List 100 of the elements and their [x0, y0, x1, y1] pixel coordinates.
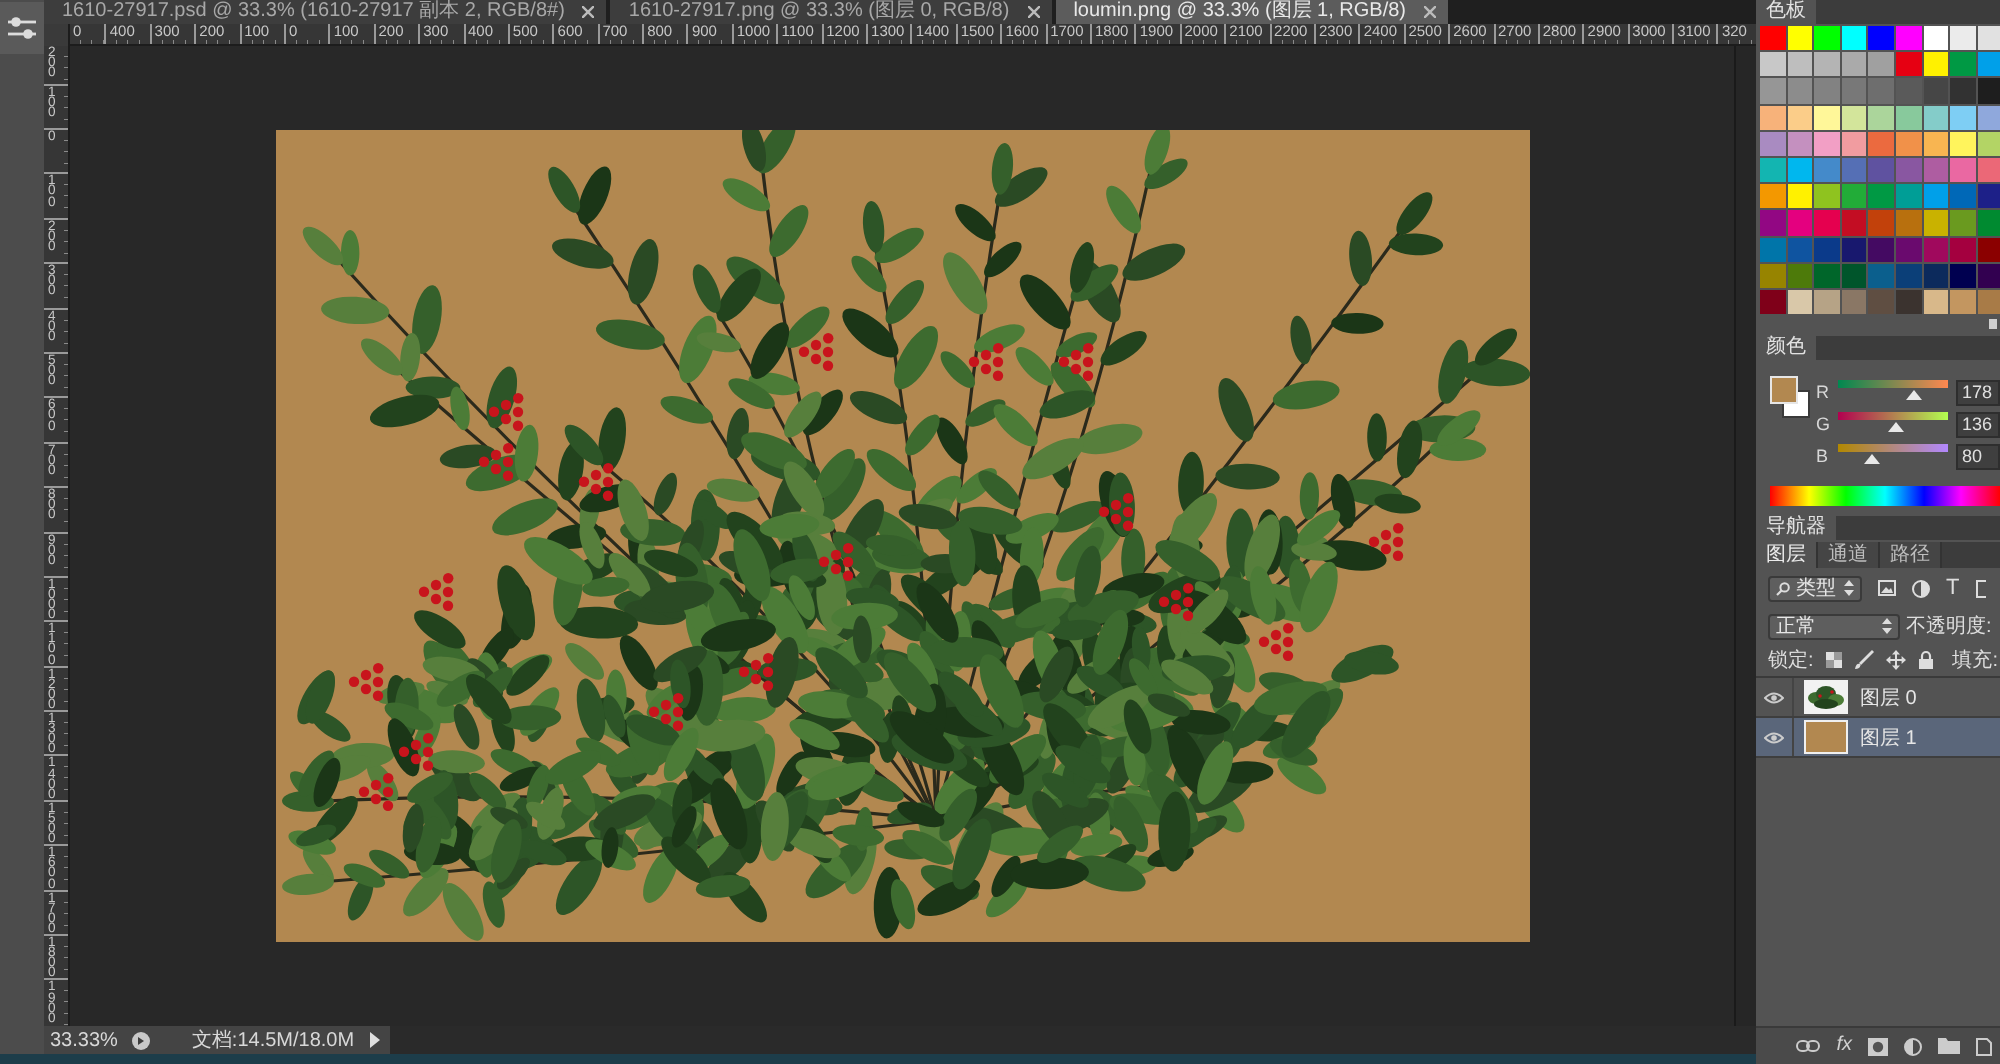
swatch-icon[interactable]: [1787, 237, 1813, 262]
swatch-icon[interactable]: [1895, 52, 1922, 77]
new-page-icon[interactable]: [1976, 1037, 1992, 1055]
swatch-icon[interactable]: [1950, 289, 1976, 315]
layer-name[interactable]: 图层 0: [1860, 683, 1917, 712]
swatch-icon[interactable]: [1895, 210, 1922, 235]
document-tab[interactable]: 1610-27917.psd @ 33.3% (1610-27917 副本 2, RGB/8#): [44, 0, 607, 24]
swatch-icon[interactable]: [1977, 157, 2000, 183]
checker-icon[interactable]: [1825, 651, 1842, 668]
swatch-icon[interactable]: [1923, 157, 1949, 183]
swatch-icon[interactable]: [1841, 237, 1867, 262]
brush-icon[interactable]: [1853, 649, 1874, 670]
swatch-icon[interactable]: [1868, 237, 1894, 262]
swatch-icon[interactable]: [1895, 184, 1922, 209]
channel-value-field[interactable]: 136: [1956, 411, 2000, 438]
swatch-icon[interactable]: [1868, 210, 1894, 235]
channel-value-field[interactable]: 178: [1956, 379, 2000, 406]
swatch-icon[interactable]: [1787, 78, 1813, 104]
swatch-icon[interactable]: [1923, 263, 1949, 288]
swatch-icon[interactable]: [1841, 26, 1867, 51]
swatch-icon[interactable]: [1841, 78, 1867, 104]
swatch-icon[interactable]: [1814, 184, 1840, 209]
blend-mode-dropdown[interactable]: 正常: [1768, 613, 1900, 640]
swatch-icon[interactable]: [1760, 78, 1786, 104]
swatch-icon[interactable]: [1950, 157, 1976, 183]
slider-thumb[interactable]: [1888, 422, 1905, 433]
swatch-icon[interactable]: [1814, 131, 1840, 156]
swatch-icon[interactable]: [1977, 105, 2000, 130]
swatch-icon[interactable]: [1760, 157, 1786, 183]
color-swatches-icon[interactable]: [1770, 376, 1810, 419]
play-circle-icon[interactable]: [131, 1031, 150, 1049]
slider-thumb[interactable]: [1906, 390, 1923, 401]
swatch-icon[interactable]: [1868, 263, 1894, 288]
swatch-icon[interactable]: [1895, 78, 1922, 104]
right-triangle-icon[interactable]: [370, 1032, 380, 1048]
swatch-icon[interactable]: [1760, 184, 1786, 209]
swatch-icon[interactable]: [1841, 210, 1867, 235]
swatch-icon[interactable]: [1977, 26, 2000, 51]
panel-tab[interactable]: 图层: [1756, 542, 1818, 569]
swatch-icon[interactable]: [1841, 184, 1867, 209]
swatch-icon[interactable]: [1841, 289, 1867, 315]
swatch-icon[interactable]: [1950, 78, 1976, 104]
half-circle-icon[interactable]: [1912, 579, 1930, 598]
mask-icon[interactable]: [1868, 1037, 1888, 1055]
page-icon[interactable]: [1988, 318, 1998, 331]
swatch-icon[interactable]: [1787, 210, 1813, 235]
swatch-icon[interactable]: [1841, 131, 1867, 156]
document-tab[interactable]: 1610-27917.png @ 33.3% (图层 0, RGB/8): [610, 0, 1052, 24]
swatch-icon[interactable]: [1760, 52, 1786, 77]
swatch-icon[interactable]: [1977, 210, 2000, 235]
swatch-icon[interactable]: [1814, 289, 1840, 315]
layer-name[interactable]: 图层 1: [1860, 723, 1917, 752]
close-icon[interactable]: [582, 6, 595, 18]
swatch-icon[interactable]: [1868, 78, 1894, 104]
slider-thumb[interactable]: [1864, 454, 1881, 465]
color-spectrum-bar[interactable]: [1770, 486, 2000, 507]
swatch-icon[interactable]: [1787, 26, 1813, 51]
swatch-icon[interactable]: [1895, 289, 1922, 315]
panel-tab[interactable]: 路径: [1880, 542, 1942, 569]
swatch-icon[interactable]: [1760, 210, 1786, 235]
channel-value-field[interactable]: 80: [1956, 443, 2000, 470]
swatch-icon[interactable]: [1787, 131, 1813, 156]
swatch-icon[interactable]: [1787, 157, 1813, 183]
panel-tab[interactable]: 通道: [1818, 542, 1880, 569]
swatch-icon[interactable]: [1814, 78, 1840, 104]
swatch-icon[interactable]: [1950, 263, 1976, 288]
swatch-icon[interactable]: [1760, 237, 1786, 262]
swatch-icon[interactable]: [1923, 210, 1949, 235]
swatch-icon[interactable]: [1923, 52, 1949, 77]
text-filter-button[interactable]: T: [1946, 576, 1960, 601]
swatch-icon[interactable]: [1950, 105, 1976, 130]
swatch-icon[interactable]: [1760, 131, 1786, 156]
effects-button[interactable]: fx: [1836, 1034, 1852, 1058]
swatch-icon[interactable]: [1868, 131, 1894, 156]
swatch-icon[interactable]: [1814, 237, 1840, 262]
image-icon[interactable]: [1878, 580, 1896, 597]
swatch-icon[interactable]: [1923, 184, 1949, 209]
swatch-icon[interactable]: [1923, 105, 1949, 130]
swatch-icon[interactable]: [1977, 263, 2000, 288]
eye-icon[interactable]: [1764, 691, 1784, 704]
panel-tab[interactable]: 颜色: [1756, 336, 1816, 361]
swatch-icon[interactable]: [1814, 157, 1840, 183]
panel-tab[interactable]: 色板: [1756, 0, 1816, 24]
swatch-icon[interactable]: [1814, 105, 1840, 130]
swatch-icon[interactable]: [1977, 52, 2000, 77]
swatch-icon[interactable]: [1814, 210, 1840, 235]
swatch-icon[interactable]: [1977, 131, 2000, 156]
swatch-icon[interactable]: [1923, 237, 1949, 262]
swatch-icon[interactable]: [1868, 52, 1894, 77]
swatch-icon[interactable]: [1841, 52, 1867, 77]
swatch-icon[interactable]: [1950, 52, 1976, 77]
swatch-icon[interactable]: [1760, 105, 1786, 130]
swatch-icon[interactable]: [1868, 26, 1894, 51]
document-tab[interactable]: loumin.png @ 33.3% (图层 1, RGB/8): [1055, 0, 1449, 24]
swatch-icon[interactable]: [1814, 26, 1840, 51]
swatch-icon[interactable]: [1950, 184, 1976, 209]
swatch-icon[interactable]: [1868, 184, 1894, 209]
bracket-icon[interactable]: [1975, 579, 1986, 598]
swatch-icon[interactable]: [1950, 26, 1976, 51]
swatch-icon[interactable]: [1787, 184, 1813, 209]
